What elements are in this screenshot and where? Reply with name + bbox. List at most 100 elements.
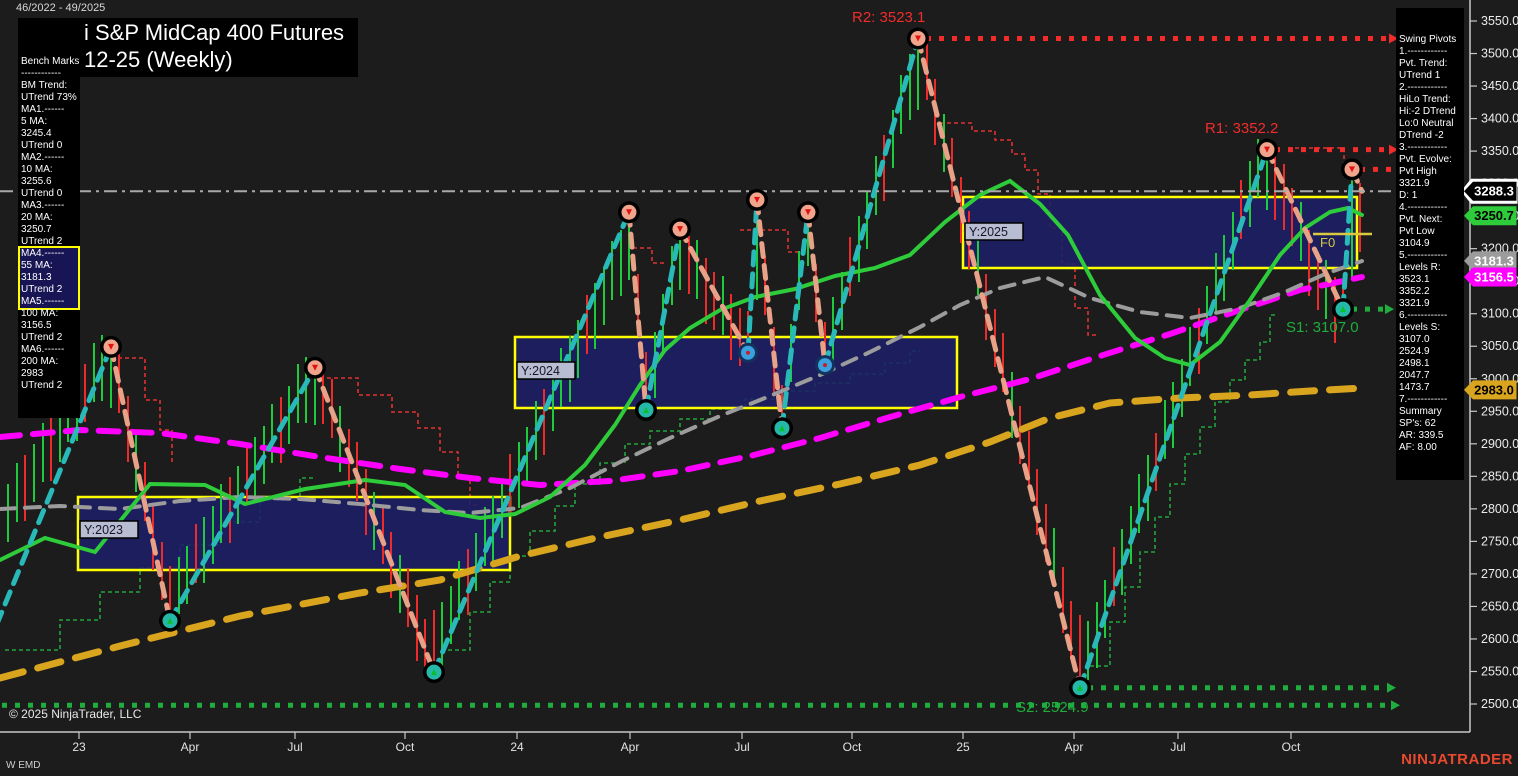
swing-pivots-panel-line: Levels S: [1399,322,1441,333]
time-axis-tick-label[interactable]: Jul [734,740,749,754]
level-arrow-icon [1385,304,1394,315]
swing-pivots-panel-line: 3352.2 [1399,286,1430,297]
time-axis-tick-label[interactable]: Jul [287,740,302,754]
level-label: R1: 3352.2 [1205,120,1278,137]
trailing-stop-down-line [740,229,800,253]
swing-pivots-panel-line: 2.------------ [1399,82,1448,93]
swing-pivots-panel-line: 3104.9 [1399,238,1430,249]
year-box-label: Y:2025 [969,225,1008,239]
level-label: S1: 3107.0 [1286,319,1359,336]
swing-pivots-panel-line: 1.------------ [1399,46,1448,57]
swing-pivots-panel-line: D: 1 [1399,190,1418,201]
price-axis-tick-label[interactable]: 3350.0 [1481,144,1518,158]
swing-pivots-panel-line: HiLo Trend: [1399,94,1451,105]
benchmarks-panel-line: 3156.5 [21,320,52,331]
chart-title-line2: 12-25 (Weekly) [84,47,233,72]
benchmarks-panel-line: MA4.------ [21,248,65,259]
benchmarks-panel-line: UTrend 0 [21,188,63,199]
benchmarks-panel-line: 200 MA: [21,356,59,367]
benchmarks-panel-line: 10 MA: [21,164,53,175]
level-arrow-icon [1387,682,1396,693]
time-axis-tick-label[interactable]: Oct [1282,740,1301,754]
price-axis-tick-label[interactable]: 3450.0 [1481,79,1518,93]
price-axis-tick-label[interactable]: 2550.0 [1481,664,1518,678]
price-badge-label: 3181.3 [1474,253,1514,268]
swing-pivots-panel-line: Swing Pivots [1399,34,1457,45]
time-axis-tick-label[interactable]: 25 [956,740,970,754]
benchmarks-panel-line: 20 MA: [21,212,53,223]
price-badge-label: 2983.0 [1474,382,1514,397]
price-axis-tick-label[interactable]: 2950.0 [1481,404,1518,418]
level-label: R2: 3523.1 [852,9,925,26]
swing-pivots-panel-line: 7.------------ [1399,394,1448,405]
swing-pivots-panel-line: DTrend -2 [1399,130,1444,141]
benchmarks-panel-lines: Bench Marks ------------ BM Trend: UTrend 7… [21,56,80,392]
price-badge-label: 3288.3 [1474,184,1514,199]
year-range-box [76,495,512,572]
swing-pivots-panel-line: 3523.1 [1399,274,1430,285]
swing-pivots-panel[interactable]: Swing Pivots 1.------------ Pvt. Trend: UTr… [1396,8,1464,480]
time-axis-tick-label[interactable]: Oct [843,740,862,754]
benchmarks-panel-line: 2983 [21,368,44,379]
time-axis-tick-label[interactable]: Apr [621,740,640,754]
benchmarks-panel-line: UTrend 0 [21,140,63,151]
time-axis-tick-label[interactable]: Jul [1170,740,1185,754]
benchmarks-panel-line: MA6.------ [21,344,65,355]
chart-window: R2: 3523.1 R1: 3352.2 S1: 3107.0 S2: 2524.9… [0,0,1518,776]
price-axis-tick-label[interactable]: 2700.0 [1481,567,1518,581]
benchmarks-panel-line: 3245.4 [21,128,52,139]
swing-pivots-panel-line: 3321.9 [1399,178,1430,189]
swing-pivots-panel-line: 4.------------ [1399,202,1448,213]
time-axis-tick-label[interactable]: Apr [1065,740,1084,754]
price-axis-tick-label[interactable]: 2900.0 [1481,437,1518,451]
year-box-label: Y:2024 [521,364,560,378]
price-axis-tick-label[interactable]: 3500.0 [1481,47,1518,61]
benchmarks-panel-line: MA5.------ [21,296,65,307]
price-axis-tick-label[interactable]: 2600.0 [1481,632,1518,646]
ninjatrader-logo: NINJATRADER [1401,751,1513,768]
benchmarks-panel-line: UTrend 2 [21,380,63,391]
benchmarks-panel-line: UTrend 73% [21,92,77,103]
swing-pivots-panel-line: 3321.9 [1399,298,1430,309]
swing-up-line [167,365,318,624]
price-axis-tick-label[interactable]: 3100.0 [1481,307,1518,321]
swing-pivots-panel-line: 2047.7 [1399,370,1430,381]
level-label: S2: 2524.9 [1016,699,1089,716]
benchmarks-panel-line: ------------ [21,68,61,79]
price-axis-tick-label[interactable]: 2800.0 [1481,502,1518,516]
swing-up-line [745,197,760,356]
benchmarks-panel-line: 5 MA: [21,116,48,127]
f0-label: F0 [1320,235,1335,250]
benchmarks-panel-line: UTrend 2 [21,284,63,295]
price-axis-tick-label[interactable]: 2500.0 [1481,697,1518,711]
price-axis-tick-label[interactable]: 2650.0 [1481,599,1518,613]
benchmarks-panel-line: 3250.7 [21,224,52,235]
time-axis-tick-label[interactable]: 23 [72,740,86,754]
benchmarks-panel-line: 100 MA: [21,308,59,319]
year-box-label: Y:2023 [84,523,123,537]
price-chart-canvas[interactable]: R2: 3523.1 R1: 3352.2 S1: 3107.0 S2: 2524.9… [0,0,1518,776]
swing-pivots-panel-line: Lo:0 Neutral [1399,118,1454,129]
swing-pivots-panel-line: 3.------------ [1399,142,1448,153]
chart-title-line1: i S&P MidCap 400 Futures [84,20,345,45]
time-axis-tick-label[interactable]: 24 [510,740,524,754]
benchmarks-panel[interactable]: Bench Marks ------------ BM Trend: UTrend 7… [18,18,80,418]
swing-pivots-panel-line: Levels R: [1399,262,1441,273]
visible-range-label: 46/2022 - 49/2025 [16,2,106,14]
benchmarks-panel-line: MA3.------ [21,200,65,211]
price-axis-tick-label[interactable]: 2850.0 [1481,469,1518,483]
price-axis-tick-label[interactable]: 3400.0 [1481,112,1518,126]
time-axis-tick-label[interactable]: Apr [181,740,200,754]
chart-title: i S&P MidCap 400 Futures 12-25 (Weekly) [74,18,359,77]
benchmarks-panel-line: MA2.------ [21,152,65,163]
price-axis-tick-label[interactable]: 2750.0 [1481,534,1518,548]
swing-pivots-panel-line: Pvt. Evolve: [1399,154,1452,165]
benchmarks-panel-line: Bench Marks [21,56,80,67]
time-axis-tick-label[interactable]: Oct [396,740,415,754]
year-range-box [513,335,959,410]
benchmarks-panel-line: UTrend 2 [21,236,63,247]
price-axis-tick-label[interactable]: 3050.0 [1481,339,1518,353]
price-axis-tick-label[interactable]: 3550.0 [1481,14,1518,28]
price-badge-label: 3156.5 [1474,269,1514,284]
price-badge-label: 3250.7 [1474,208,1514,223]
